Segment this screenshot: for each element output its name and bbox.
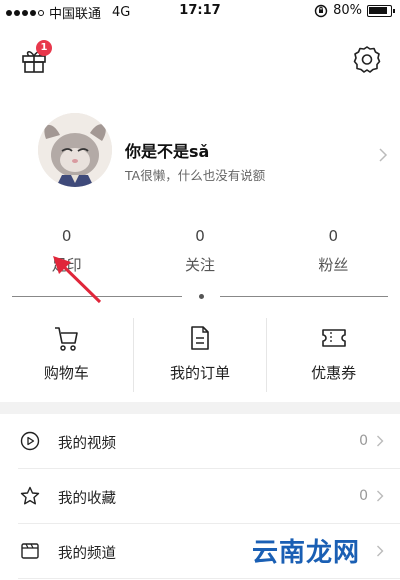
shortcut-coupons[interactable]: 优惠券 — [266, 318, 400, 392]
gear-icon[interactable] — [352, 44, 382, 74]
user-bio: TA很懒，什么也没有说额 — [125, 168, 266, 183]
stat-label: 粉丝 — [318, 256, 349, 274]
cart-icon — [55, 327, 79, 351]
username: 你是不是sǎ — [125, 142, 210, 161]
avatar[interactable] — [38, 113, 112, 187]
shortcuts-bar: 购物车 我的订单 优惠券 — [0, 318, 400, 392]
chevron-right-icon — [379, 148, 388, 162]
stat-count: 0 — [195, 227, 205, 245]
document-icon — [191, 326, 209, 350]
divider-line-right — [220, 296, 388, 297]
menu-item-my-favorites[interactable]: 我的收藏 0 — [18, 469, 400, 524]
menu-item-label: 我的频道 — [58, 546, 116, 562]
status-bar: 中国联通 4G 17:17 80% — [0, 0, 400, 22]
status-right: 80% — [314, 3, 395, 18]
divider-dot — [199, 294, 204, 299]
menu-item-label: 我的收藏 — [58, 491, 116, 507]
chevron-right-icon — [377, 545, 384, 557]
channel-icon — [21, 543, 39, 559]
battery-fill — [369, 6, 388, 14]
shortcut-label: 我的订单 — [170, 364, 231, 382]
chevron-right-icon — [377, 435, 384, 447]
profile-card[interactable]: 你是不是sǎ TA很懒，什么也没有说额 — [0, 105, 400, 197]
watermark-text: 云南龙网 — [251, 538, 360, 568]
play-circle-icon — [20, 431, 40, 451]
bunny-avatar-image — [38, 113, 112, 187]
menu-item-count: 0 — [359, 433, 368, 449]
stat-count: 0 — [61, 227, 72, 245]
shortcut-label: 购物车 — [43, 364, 89, 382]
menu-item-label: 我的视频 — [58, 436, 116, 452]
stat-following[interactable]: 0 关注 — [133, 225, 266, 287]
gift-badge: 1 — [36, 40, 52, 56]
battery-icon — [367, 4, 395, 17]
menu-item-count: 0 — [359, 488, 368, 504]
chevron-right-icon — [377, 490, 384, 502]
shortcut-label: 优惠券 — [311, 364, 357, 382]
stat-count: 0 — [328, 227, 339, 245]
coupon-icon — [321, 329, 346, 347]
orientation-lock-icon — [314, 4, 328, 17]
shortcut-cart[interactable]: 购物车 — [0, 318, 133, 392]
annotation-arrow-icon — [53, 256, 102, 304]
shortcut-orders[interactable]: 我的订单 — [132, 318, 267, 392]
stat-fans[interactable]: 0 粉丝 — [267, 225, 400, 287]
star-icon — [20, 486, 40, 505]
stat-label: 关注 — [184, 256, 215, 274]
section-gap — [0, 402, 400, 414]
menu-item-my-videos[interactable]: 我的视频 0 — [18, 414, 400, 469]
battery-percent: 80% — [333, 3, 362, 18]
